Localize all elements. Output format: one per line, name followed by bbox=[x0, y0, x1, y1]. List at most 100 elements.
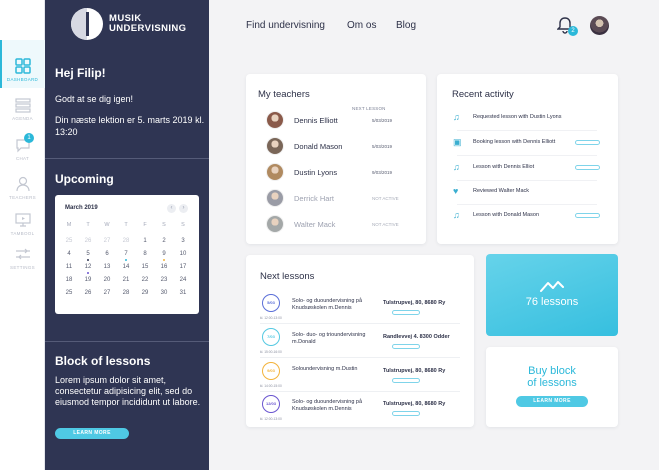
teacher-avatar bbox=[266, 111, 284, 129]
calendar-day[interactable]: 26 bbox=[81, 290, 95, 296]
rail-item-dashboard[interactable]: DASHBOARD bbox=[0, 58, 45, 82]
teacher-name: Dennis Elliott bbox=[294, 116, 338, 125]
block-text: Lorem ipsum dolor sit amet, consectetur … bbox=[55, 375, 201, 407]
activity-row[interactable]: ♫ Lesson with Donald Mason bbox=[453, 206, 603, 226]
calendar-day[interactable]: 13 bbox=[100, 264, 114, 270]
teacher-row[interactable]: Dennis Elliott 5/03/2019 bbox=[266, 111, 426, 133]
calendar-weekday: S bbox=[162, 222, 166, 228]
lesson-date-badge: 5/03 bbox=[262, 294, 280, 312]
calendar-day[interactable]: 15 bbox=[138, 264, 152, 270]
greeting: Hej Filip! bbox=[55, 66, 106, 80]
rail-label: SETTINGS bbox=[10, 265, 35, 270]
calendar-day[interactable]: 22 bbox=[138, 277, 152, 283]
lesson-row[interactable]: 7/03 kl. 15:00-16:00 Solo- duo- og triound… bbox=[260, 326, 460, 356]
lesson-time: kl. 12:00-13:00 bbox=[260, 316, 282, 320]
lesson-row[interactable]: 5/03 kl. 12:00-13:00 Solo- og duoundervisn… bbox=[260, 292, 460, 322]
calendar-day[interactable]: 19 bbox=[81, 277, 95, 283]
lesson-description: Solo- duo- og trioundervisning m.Donald bbox=[292, 332, 366, 345]
nav-find-undervisning[interactable]: Find undervisning bbox=[246, 20, 325, 31]
calendar-day[interactable]: 6 bbox=[100, 251, 114, 257]
teacher-row[interactable]: Donald Mason 5/03/2019 bbox=[266, 137, 426, 159]
calendar-day[interactable]: 16 bbox=[157, 264, 171, 270]
lesson-time: kl. 15:00-16:00 bbox=[260, 350, 282, 354]
lesson-row[interactable]: 9/03 kl. 14:00-15:00 Soloundervisning m.Du… bbox=[260, 360, 460, 390]
buy-learn-more-button[interactable]: LEARN MORE bbox=[516, 396, 588, 407]
teacher-next-lesson: NOT ACTIVE bbox=[372, 196, 399, 201]
person-icon bbox=[15, 176, 30, 192]
rail-item-tambool[interactable]: TAMBOOL bbox=[0, 212, 45, 236]
calendar-day[interactable]: 10 bbox=[176, 251, 190, 257]
rail-item-agenda[interactable]: AGENDA bbox=[0, 97, 45, 121]
teacher-avatar bbox=[266, 137, 284, 155]
calendar-day[interactable]: 21 bbox=[119, 277, 133, 283]
recent-activity-card: Recent activity ♫ Requested lesson with D… bbox=[437, 74, 618, 244]
learn-more-button[interactable]: LEARN MORE bbox=[55, 428, 129, 439]
music-note-icon: ♫ bbox=[453, 112, 460, 122]
calendar-day[interactable]: 24 bbox=[176, 277, 190, 283]
teacher-next-lesson: 5/03/2019 bbox=[372, 118, 393, 123]
calendar-day[interactable]: 30 bbox=[157, 290, 171, 296]
brand-logo[interactable]: MUSIK UNDERVISNING bbox=[71, 8, 186, 40]
calendar-day[interactable]: 26 bbox=[81, 238, 95, 244]
calendar-day[interactable]: 1 bbox=[138, 238, 152, 244]
rail-item-chat[interactable]: 1 CHAT bbox=[0, 133, 45, 161]
teacher-name: Donald Mason bbox=[294, 142, 343, 151]
teacher-row[interactable]: Walter Mack NOT ACTIVE bbox=[266, 215, 426, 237]
calendar-day[interactable]: 25 bbox=[62, 290, 76, 296]
lesson-row[interactable]: 12/03 kl. 12:00-13:00 Solo- og duoundervis… bbox=[260, 393, 460, 423]
lesson-divider bbox=[260, 323, 460, 324]
lesson-date-badge: 7/03 bbox=[262, 328, 280, 346]
teacher-row[interactable]: Dustin Lyons 9/03/2019 bbox=[266, 163, 426, 185]
activity-row[interactable]: ♥ Reviewed Walter Mack bbox=[453, 182, 603, 202]
teacher-avatar bbox=[266, 215, 284, 233]
rail-label: AGENDA bbox=[12, 116, 33, 121]
teacher-name: Dustin Lyons bbox=[294, 168, 338, 177]
rail-label: TAMBOOL bbox=[10, 231, 35, 236]
activity-tag bbox=[575, 140, 600, 145]
calendar-day[interactable]: 29 bbox=[138, 290, 152, 296]
user-avatar[interactable] bbox=[590, 16, 609, 35]
calendar-day[interactable]: 4 bbox=[62, 251, 76, 257]
calendar-day[interactable]: 27 bbox=[100, 238, 114, 244]
activity-row[interactable]: ♫ Requested lesson with Dustin Lyons bbox=[453, 108, 603, 128]
calendar-day[interactable]: 5 bbox=[81, 251, 95, 257]
calendar-day[interactable]: 25 bbox=[62, 238, 76, 244]
calendar-day[interactable]: 23 bbox=[157, 277, 171, 283]
calendar-day[interactable]: 9 bbox=[157, 251, 171, 257]
calendar-day[interactable]: 14 bbox=[119, 264, 133, 270]
lessons-count-card[interactable]: 76 lessons bbox=[486, 254, 618, 336]
activity-divider bbox=[457, 204, 597, 205]
rail-item-teachers[interactable]: TEACHERS bbox=[0, 176, 45, 200]
buy-title-line1: Buy block bbox=[528, 365, 576, 377]
nav-blog[interactable]: Blog bbox=[396, 20, 416, 31]
activity-divider bbox=[457, 180, 597, 181]
teacher-row[interactable]: Derrick Hart NOT ACTIVE bbox=[266, 189, 426, 211]
teacher-avatar bbox=[266, 163, 284, 181]
calendar-prev-button[interactable]: ‹ bbox=[167, 204, 176, 213]
calendar-weekday: T bbox=[124, 222, 128, 228]
divider bbox=[45, 341, 209, 342]
rail-item-settings[interactable]: SETTINGS bbox=[0, 246, 45, 270]
calendar-day[interactable]: 3 bbox=[176, 238, 190, 244]
calendar-next-button[interactable]: › bbox=[179, 204, 188, 213]
notification-badge: 2 bbox=[568, 26, 578, 36]
calendar-day[interactable]: 27 bbox=[100, 290, 114, 296]
calendar-day[interactable]: 7 bbox=[119, 251, 133, 257]
calendar-day[interactable]: 11 bbox=[62, 264, 76, 270]
calendar-day[interactable]: 18 bbox=[62, 277, 76, 283]
calendar-day[interactable]: 28 bbox=[119, 238, 133, 244]
buy-block-card: Buy block of lessons LEARN MORE bbox=[486, 347, 618, 427]
music-note-icon: ♫ bbox=[453, 162, 460, 172]
calendar-day[interactable]: 28 bbox=[119, 290, 133, 296]
activity-row[interactable]: ♫ Lesson with Dennis Elliot bbox=[453, 158, 603, 178]
brand-name: MUSIK UNDERVISNING bbox=[109, 14, 186, 34]
calendar-day[interactable]: 12 bbox=[81, 264, 95, 270]
calendar-day[interactable]: 2 bbox=[157, 238, 171, 244]
activity-row[interactable]: ▣ Booking lesson with Dennis Elliott bbox=[453, 133, 603, 153]
calendar-day[interactable]: 20 bbox=[100, 277, 114, 283]
calendar-day[interactable]: 31 bbox=[176, 290, 190, 296]
nav-om-os[interactable]: Om os bbox=[347, 20, 376, 31]
calendar-day[interactable]: 8 bbox=[138, 251, 152, 257]
calendar-day[interactable]: 17 bbox=[176, 264, 190, 270]
activity-text: Booking lesson with Dennis Elliott bbox=[473, 139, 556, 145]
